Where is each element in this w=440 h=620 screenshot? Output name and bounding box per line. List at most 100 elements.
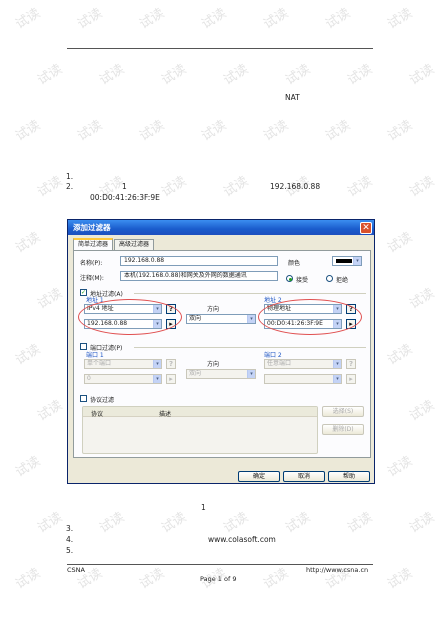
port-filter-checkbox[interactable] [80, 343, 87, 350]
step-2-number: 2. [66, 182, 74, 191]
header-rule [67, 48, 373, 49]
dialog-titlebar[interactable]: 添加过滤器 ✕ [68, 220, 374, 235]
dialog-title: 添加过滤器 [73, 223, 111, 232]
watermark-text: 试读 [261, 5, 292, 33]
help-icon[interactable]: ? [166, 359, 176, 369]
watermark-text: 试读 [261, 117, 292, 145]
watermark-text: 试读 [97, 61, 128, 89]
port-direction-label: 方向 [207, 361, 220, 368]
watermark-text: 试读 [137, 117, 168, 145]
tab-advanced-filter[interactable]: 高级过滤器 [114, 239, 154, 250]
port2-label: 端口 2 [264, 352, 282, 359]
watermark-text: 试读 [283, 509, 314, 537]
port2-type-select[interactable]: 任意端口 ▾ [264, 359, 342, 369]
chevron-down-icon[interactable]: ▾ [247, 315, 255, 323]
reject-label: 拒绝 [336, 277, 349, 284]
color-picker[interactable]: ▾ [332, 256, 362, 266]
chevron-down-icon[interactable]: ▾ [247, 370, 255, 378]
protocol-list-header: 协议 描述 [83, 407, 317, 418]
watermark-text: 试读 [407, 61, 438, 89]
watermark-text: 试读 [13, 453, 44, 481]
color-swatch [336, 259, 352, 263]
watermark-text: 试读 [35, 397, 66, 425]
cancel-button[interactable]: 取消 [283, 471, 325, 482]
chevron-down-icon[interactable]: ▾ [153, 375, 161, 383]
watermark-text: 试读 [385, 453, 416, 481]
watermark-text: 试读 [345, 61, 376, 89]
watermark-text: 试读 [199, 5, 230, 33]
arrow-right-icon[interactable]: ▸ [166, 374, 176, 384]
port1-type-value: 单个端口 [87, 360, 112, 367]
watermark-text: 试读 [137, 5, 168, 33]
select-button[interactable]: 选择(S) [322, 406, 364, 417]
figure-caption: 1 [201, 503, 206, 512]
step-4-number: 4. [66, 535, 74, 544]
chevron-down-icon[interactable]: ▾ [333, 375, 341, 383]
watermark-text: 试读 [385, 117, 416, 145]
column-protocol[interactable]: 协议 [91, 409, 103, 418]
port1-label: 端口 1 [86, 352, 104, 359]
footer-left: CSNA [67, 566, 85, 574]
chevron-down-icon[interactable]: ▾ [333, 360, 341, 368]
comment-label: 注释(M): [80, 275, 104, 282]
step-1: 1. [66, 172, 74, 181]
footer-rule [67, 564, 373, 565]
chevron-down-icon[interactable]: ▾ [153, 360, 161, 368]
close-icon[interactable]: ✕ [360, 221, 372, 234]
watermark-text: 试读 [75, 117, 106, 145]
watermark-text: 试读 [385, 229, 416, 257]
watermark-text: 试读 [159, 61, 190, 89]
help-icon[interactable]: ? [346, 359, 356, 369]
highlight-oval-address2 [258, 299, 362, 335]
nat-text: NAT [285, 93, 300, 102]
watermark-text: 试读 [13, 229, 44, 257]
step-2-ip: 192.168.0.88 [270, 182, 321, 191]
column-description[interactable]: 描述 [159, 409, 171, 418]
protocol-list[interactable]: 协议 描述 [82, 406, 318, 454]
step-3: 3. [66, 524, 74, 533]
name-field[interactable]: 192.168.0.88 [120, 256, 278, 266]
watermark-text: 试读 [13, 5, 44, 33]
watermark-text: 试读 [159, 173, 190, 201]
accept-radio[interactable] [286, 275, 293, 282]
watermark-text: 试读 [221, 509, 252, 537]
footer-right[interactable]: http://www.csna.cn [306, 566, 368, 574]
ok-button[interactable]: 确定 [238, 471, 280, 482]
address-direction-label: 方向 [207, 306, 220, 313]
port-direction-value: 双向 [189, 370, 202, 377]
delete-button[interactable]: 删除(D) [322, 424, 364, 435]
port-divider [134, 347, 366, 348]
watermark-text: 试读 [407, 397, 438, 425]
port-direction-select[interactable]: 双向 ▾ [186, 369, 256, 379]
watermark-text: 试读 [13, 565, 44, 593]
address-divider [134, 293, 366, 294]
watermark-text: 试读 [323, 5, 354, 33]
watermark-text: 试读 [199, 117, 230, 145]
arrow-right-icon[interactable]: ▸ [346, 374, 356, 384]
step-4-url[interactable]: www.colasoft.com [208, 535, 276, 544]
address-direction-select[interactable]: 双向 ▾ [186, 314, 256, 324]
port2-type-value: 任意端口 [267, 360, 292, 367]
protocol-filter-checkbox[interactable] [80, 395, 87, 402]
watermark-text: 试读 [261, 565, 292, 593]
watermark-text: 试读 [323, 117, 354, 145]
watermark-text: 试读 [385, 5, 416, 33]
port1-value-select[interactable]: 0 ▾ [84, 374, 162, 384]
chevron-down-icon[interactable]: ▾ [353, 257, 361, 265]
step-5: 5. [66, 546, 74, 555]
color-label: 颜色 [288, 260, 301, 267]
step-2-mac: 00:D0:41:26:3F:9E [90, 193, 160, 202]
watermark-text: 试读 [221, 173, 252, 201]
watermark-text: 试读 [385, 565, 416, 593]
watermark-text: 试读 [385, 341, 416, 369]
watermark-text: 试读 [75, 5, 106, 33]
reject-radio[interactable] [326, 275, 333, 282]
comment-field[interactable]: 本机(192.168.0.88)和网关及外网的数据通讯 [120, 271, 278, 281]
watermark-text: 试读 [407, 509, 438, 537]
help-button[interactable]: 帮助 [328, 471, 370, 482]
port2-value-select[interactable]: ▾ [264, 374, 342, 384]
port1-type-select[interactable]: 单个端口 ▾ [84, 359, 162, 369]
watermark-text: 试读 [137, 565, 168, 593]
filter-panel: 名称(P): 192.168.0.88 颜色 ▾ 注释(M): 本机(192.1… [73, 250, 371, 458]
port1-value: 0 [87, 375, 91, 382]
